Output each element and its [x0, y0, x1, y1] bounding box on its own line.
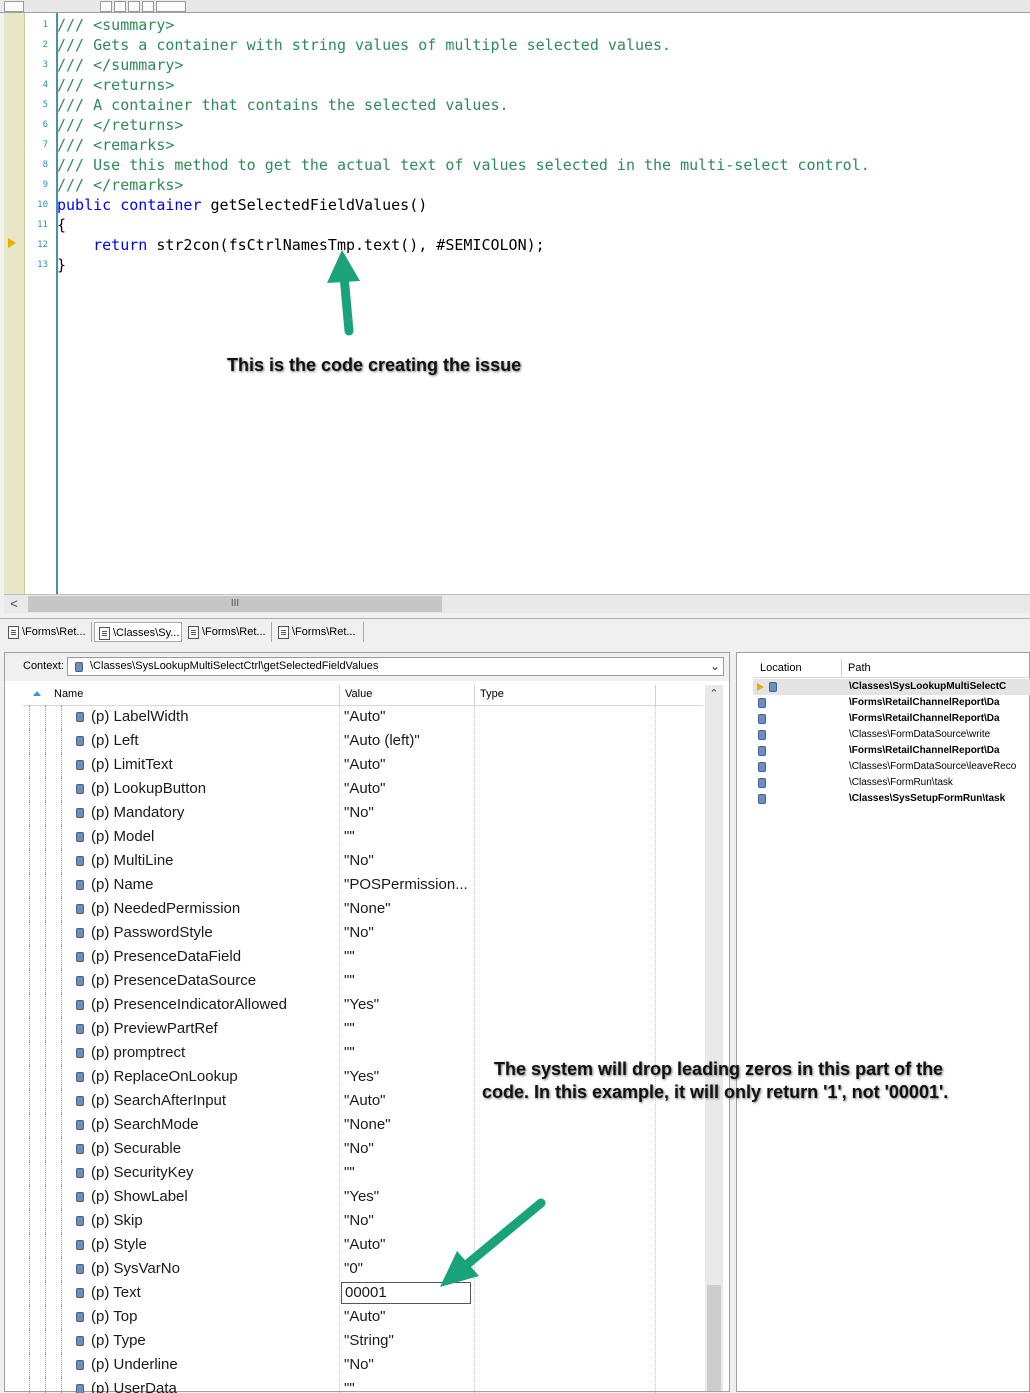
arrow-to-text-value-icon — [440, 1198, 546, 1287]
leading-zeros-callout-line1: The system will drop leading zeros in th… — [494, 1059, 944, 1079]
annotation-arrows — [327, 250, 546, 1287]
arrow-to-code-icon — [327, 250, 360, 336]
leading-zeros-callout-line2: code. In this example, it will only retu… — [482, 1082, 949, 1102]
code-issue-callout: This is the code creating the issue — [227, 355, 522, 375]
